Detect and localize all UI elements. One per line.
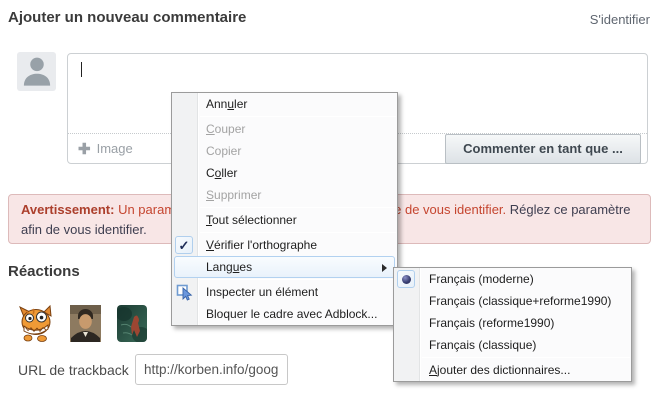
trackback-label: URL de trackback [18,362,129,378]
menu-item-bloquer-adblock[interactable]: Bloquer le cadre avec Adblock... [172,303,397,325]
submenu-item-francais-reforme1990[interactable]: Français (reforme1990) [394,312,631,334]
current-user-avatar [17,52,56,91]
menu-separator [200,116,396,117]
signin-link[interactable]: S'identifier [590,12,650,27]
comment-as-button[interactable]: Commenter en tant que ... [445,134,641,164]
submenu-arrow-icon [382,264,387,272]
page-title: Ajouter un nouveau commentaire [8,9,246,26]
menu-separator [200,279,396,280]
plus-icon: ✚ [78,140,91,158]
attach-image-label: Image [97,141,133,156]
submenu-item-francais-classique-reforme1990[interactable]: Français (classique+reforme1990) [394,290,631,312]
menu-item-couper: Couper [172,118,397,140]
disqus-comment-widget: Ajouter un nouveau commentaire S'identif… [0,0,659,402]
checkmark-box: ✓ [175,236,193,254]
reaction-avatar-fantasy[interactable] [117,305,147,342]
context-menu: Annuler Couper Copier Coller Supprimer T… [171,92,398,326]
text-cursor [81,62,82,77]
user-silhouette-icon [22,54,52,91]
reaction-avatar-cat[interactable] [17,304,55,342]
menu-item-coller[interactable]: Coller [172,162,397,184]
check-icon: ✓ [179,239,190,252]
reaction-avatar-portrait[interactable] [70,305,101,342]
menu-separator [200,207,396,208]
menu-item-annuler[interactable]: Annuler [172,93,397,115]
submenu-item-francais-classique[interactable]: Français (classique) [394,334,631,356]
submenu-item-ajouter-dictionnaires[interactable]: Ajouter des dictionnaires... [394,359,631,381]
radio-box [397,270,415,288]
menu-item-supprimer: Supprimer [172,184,397,206]
attach-image-button[interactable]: ✚ Image [78,134,133,163]
menu-separator [200,232,396,233]
languages-submenu: Français (moderne) Français (classique+r… [393,267,632,382]
warning-label: Avertissement: [21,202,114,217]
reactions-title: Réactions [8,263,80,280]
menu-item-copier: Copier [172,140,397,162]
menu-item-tout-selectionner[interactable]: Tout sélectionner [172,209,397,231]
menu-item-inspecter-element[interactable]: Inspecter un élément [172,281,397,303]
submenu-item-francais-moderne[interactable]: Français (moderne) [394,268,631,290]
menu-item-langues[interactable]: Langues [174,256,395,278]
menu-separator [422,357,630,358]
trackback-url-input[interactable] [135,354,288,385]
radio-selected-icon [402,275,411,284]
menu-item-verifier-orthographe[interactable]: ✓ Vérifier l'orthographe [172,234,397,256]
